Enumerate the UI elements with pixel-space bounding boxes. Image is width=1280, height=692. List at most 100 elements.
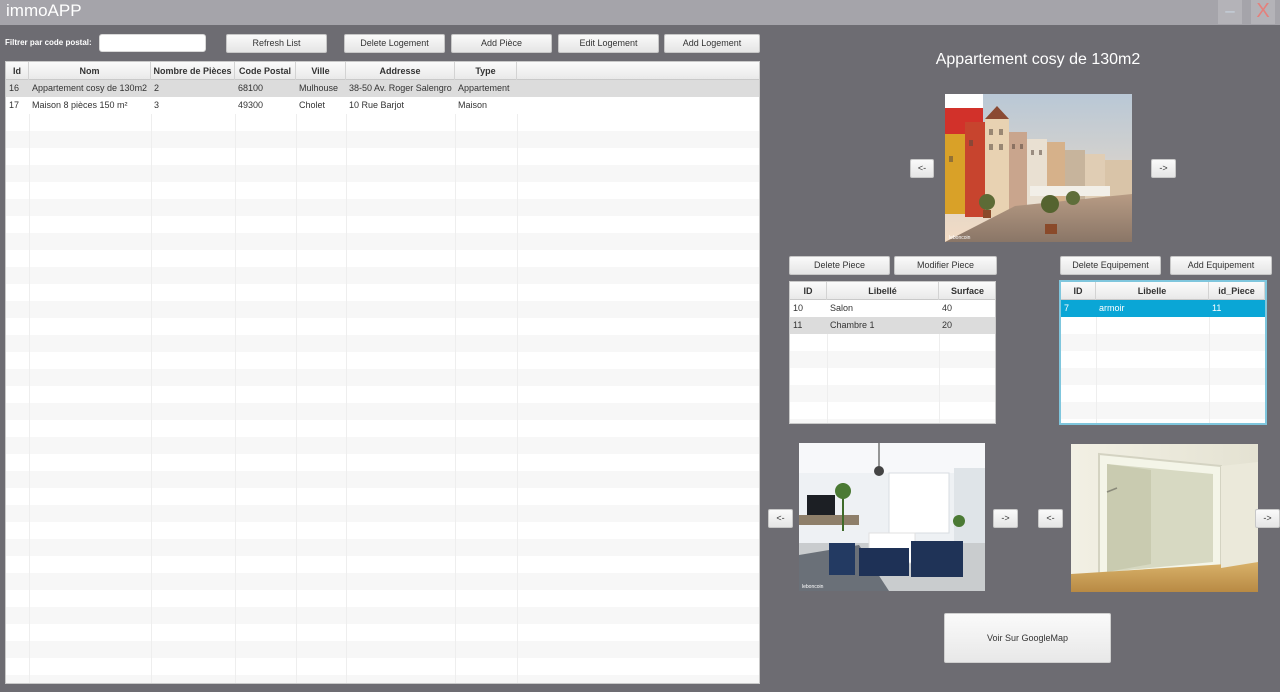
empty-row	[6, 437, 759, 454]
next-piece-photo-button[interactable]: ->	[993, 509, 1018, 528]
empty-row	[6, 114, 759, 131]
photo-watermark: leboncoin	[949, 235, 971, 241]
column-header-nombre-pieces[interactable]: Nombre de Pièces	[151, 62, 235, 80]
empty-row	[6, 539, 759, 556]
table-row-selected[interactable]: 7 armoir 11	[1061, 300, 1265, 317]
column-divider	[1209, 300, 1210, 423]
cell-id: 7	[1064, 303, 1070, 313]
empty-row	[6, 369, 759, 386]
column-header-id-piece[interactable]: id_Piece	[1209, 282, 1265, 300]
cell-code-postal: 68100	[238, 83, 264, 93]
empty-row	[6, 590, 759, 607]
table-row[interactable]: 17 Maison 8 pièces 150 m² 3 49300 Cholet…	[6, 97, 759, 114]
empty-row	[790, 351, 995, 368]
empty-row	[6, 267, 759, 284]
empty-row	[790, 334, 995, 351]
empty-row	[6, 607, 759, 624]
google-map-button[interactable]: Voir Sur GoogleMap	[944, 613, 1111, 663]
equipements-table[interactable]: ID Libelle id_Piece 7 armoir 11	[1059, 280, 1267, 425]
empty-row	[6, 658, 759, 675]
next-photo-button[interactable]: ->	[1151, 159, 1176, 178]
empty-row	[790, 402, 995, 419]
add-logement-button[interactable]: Add Logement	[664, 34, 760, 53]
column-header-ville[interactable]: Ville	[296, 62, 346, 80]
cell-id: 16	[9, 83, 20, 93]
cell-nombre-pieces: 3	[154, 100, 160, 110]
column-header-libelle[interactable]: Libelle	[1096, 282, 1209, 300]
close-button[interactable]: X	[1251, 0, 1275, 24]
filter-label: Filtrer par code postal:	[5, 38, 92, 47]
empty-row	[6, 505, 759, 522]
column-header-surface[interactable]: Surface	[939, 282, 995, 300]
column-divider	[455, 80, 456, 683]
empty-row	[6, 675, 759, 683]
empty-row	[6, 318, 759, 335]
logement-photo: leboncoin	[945, 94, 1132, 242]
cell-addresse: 38-50 Av. Roger Salengro	[349, 83, 452, 93]
empty-row	[6, 216, 759, 233]
equipement-photo	[1071, 444, 1258, 592]
prev-photo-button[interactable]: <-	[910, 159, 934, 178]
empty-row	[790, 368, 995, 385]
delete-logement-button[interactable]: Delete Logement	[344, 34, 445, 53]
minimize-button[interactable]: –	[1218, 0, 1242, 24]
logements-table[interactable]: Id Nom Nombre de Pièces Code Postal Vill…	[5, 61, 760, 684]
column-header-id[interactable]: ID	[1061, 282, 1096, 300]
pieces-table[interactable]: ID Libellé Surface 10 Salon 40 11 Chambr…	[789, 281, 996, 424]
empty-row	[6, 522, 759, 539]
empty-row	[6, 165, 759, 182]
column-divider	[517, 80, 518, 683]
piece-photo: leboncoin	[799, 443, 985, 591]
cell-type: Appartement	[458, 83, 510, 93]
cell-nom: Appartement cosy de 130m2	[32, 83, 148, 93]
cell-libelle: Chambre 1	[830, 320, 875, 330]
column-header-id[interactable]: ID	[790, 282, 827, 300]
empty-row	[6, 403, 759, 420]
empty-row	[1061, 351, 1265, 368]
cell-surface: 40	[942, 303, 953, 313]
app-title: immoAPP	[6, 1, 82, 20]
cell-id: 10	[793, 303, 804, 313]
empty-row	[6, 148, 759, 165]
modifier-piece-button[interactable]: Modifier Piece	[894, 256, 997, 275]
table-row[interactable]: 10 Salon 40	[790, 300, 995, 317]
next-equipement-photo-button[interactable]: ->	[1255, 509, 1280, 528]
column-header-nom[interactable]: Nom	[29, 62, 151, 80]
column-header-code-postal[interactable]: Code Postal	[235, 62, 296, 80]
empty-row	[790, 385, 995, 402]
prev-equipement-photo-button[interactable]: <-	[1038, 509, 1063, 528]
empty-row	[6, 182, 759, 199]
cell-type: Maison	[458, 100, 488, 110]
refresh-list-button[interactable]: Refresh List	[226, 34, 327, 53]
empty-row	[6, 556, 759, 573]
column-divider	[1096, 300, 1097, 423]
column-header-type[interactable]: Type	[455, 62, 517, 80]
column-header-id[interactable]: Id	[6, 62, 29, 80]
empty-row	[1061, 419, 1265, 423]
column-divider	[151, 80, 152, 683]
delete-piece-button[interactable]: Delete Piece	[789, 256, 890, 275]
logement-title: Appartement cosy de 130m2	[935, 51, 1141, 68]
cell-addresse: 10 Rue Barjot	[349, 100, 405, 110]
table-row[interactable]: 11 Chambre 1 20	[790, 317, 995, 334]
empty-row	[6, 301, 759, 318]
column-divider	[346, 80, 347, 683]
empty-row	[6, 641, 759, 658]
postal-code-filter-input[interactable]	[99, 34, 206, 52]
add-piece-button[interactable]: Add Pièce	[451, 34, 552, 53]
empty-row	[1061, 334, 1265, 351]
empty-row	[1061, 402, 1265, 419]
empty-row	[6, 250, 759, 267]
prev-piece-photo-button[interactable]: <-	[768, 509, 793, 528]
pieces-table-header: ID Libellé Surface	[790, 282, 995, 300]
cell-ville: Cholet	[299, 100, 326, 110]
column-header-libelle[interactable]: Libellé	[827, 282, 939, 300]
delete-equipement-button[interactable]: Delete Equipement	[1060, 256, 1161, 275]
add-equipement-button[interactable]: Add Equipement	[1170, 256, 1272, 275]
empty-row	[6, 573, 759, 590]
edit-logement-button[interactable]: Edit Logement	[558, 34, 659, 53]
equipements-table-header: ID Libelle id_Piece	[1061, 282, 1265, 300]
column-header-addresse[interactable]: Addresse	[346, 62, 455, 80]
table-row[interactable]: 16 Appartement cosy de 130m2 2 68100 Mul…	[6, 80, 759, 97]
empty-row	[1061, 368, 1265, 385]
